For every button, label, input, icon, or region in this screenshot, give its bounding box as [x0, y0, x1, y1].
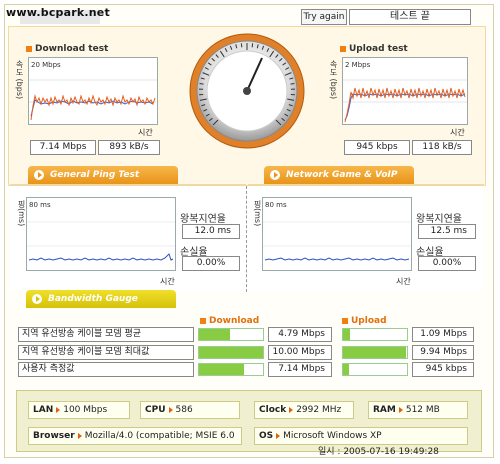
- ping-delay-label: 왕복지연율: [180, 214, 226, 225]
- arrow-right-icon: [289, 406, 294, 413]
- download-title: Download test: [26, 44, 108, 54]
- upload-bar: [342, 363, 408, 376]
- game-delay-label: 왕복지연율: [416, 214, 462, 225]
- game-loss-value: 0.00%: [418, 256, 476, 271]
- upload-series-1: [344, 87, 466, 123]
- game-ping-x-label: 시간: [396, 277, 411, 286]
- upload-bar: [342, 346, 408, 359]
- general-ping-series: [28, 253, 174, 261]
- game-ping-graph: 80 ms: [262, 197, 412, 271]
- upload-bar: [342, 328, 408, 341]
- download-bar: [198, 328, 264, 341]
- game-ping-series: [264, 257, 410, 261]
- test-timestamp: 일시 : 2005-07-16 19:49:28: [318, 447, 439, 457]
- arrow-circle-icon: [34, 170, 44, 180]
- download-x-label: 시간: [138, 128, 153, 137]
- panel-divider: [246, 186, 247, 292]
- game-ping-scale: 80 ms: [265, 201, 287, 209]
- try-again-button[interactable]: Try again: [301, 9, 347, 25]
- download-graph-svg: 20 Mbps: [29, 61, 157, 121]
- upload-x-label: 시간: [450, 128, 465, 137]
- bullet-icon: [340, 45, 346, 52]
- arrow-right-icon: [168, 406, 173, 413]
- watermark: www.bcpark.net: [6, 6, 110, 19]
- bandwidth-download-header: Download: [200, 316, 259, 326]
- ping-x-label: 시간: [160, 277, 175, 286]
- upload-value: 945 kbps: [412, 362, 474, 377]
- test-status: 테스트 끝: [349, 9, 471, 25]
- bandwidth-row-label: 지역 유선방송 케이블 모뎀 최대값: [18, 345, 194, 360]
- upload-value: 9.94 Mbps: [412, 345, 474, 360]
- general-ping-svg: 80 ms: [27, 201, 175, 261]
- upload-graph-svg: 2 Mbps: [343, 61, 467, 123]
- upload-y-label: 속도 (bps): [329, 60, 338, 100]
- download-series-1: [30, 94, 156, 121]
- game-delay-value: 12.5 ms: [418, 224, 476, 239]
- bullet-icon: [200, 317, 206, 324]
- sys-browser: Browser Mozilla/4.0 (compatible; MSIE 6.0: [28, 427, 242, 445]
- sys-cpu: CPU 586: [140, 401, 240, 419]
- upload-bar-fill: [343, 347, 407, 358]
- upload-graph: 2 Mbps: [342, 57, 468, 125]
- bandwidth-row-label: 사용자 측정값: [18, 362, 194, 377]
- upload-value: 1.09 Mbps: [412, 327, 474, 342]
- download-bar-fill: [199, 364, 245, 375]
- download-kbs: 893 kB/s: [98, 140, 160, 155]
- download-value: 7.14 Mbps: [268, 362, 332, 377]
- ping-delay-value: 12.0 ms: [182, 224, 240, 239]
- download-bar: [198, 363, 264, 376]
- upload-scale: 2 Mbps: [345, 61, 371, 69]
- upload-mbps: 945 kbps: [344, 140, 410, 155]
- arrow-right-icon: [276, 432, 281, 439]
- gauge-tick: [290, 82, 295, 85]
- upload-bar-fill: [343, 329, 351, 340]
- download-bar-fill: [199, 329, 230, 340]
- bandwidth-upload-header: Upload: [342, 316, 387, 326]
- gauge-tick: [199, 82, 204, 85]
- download-graph: 20 Mbps: [28, 57, 158, 125]
- download-scale: 20 Mbps: [31, 61, 61, 69]
- bandwidth-row-label: 지역 유선방송 케이블 모뎀 평균: [18, 327, 194, 342]
- arrow-right-icon: [56, 406, 61, 413]
- bullet-icon: [26, 45, 32, 52]
- sys-os: OS Microsoft Windows XP: [254, 427, 468, 445]
- upload-kbs: 118 kB/s: [412, 140, 472, 155]
- bullet-icon: [342, 317, 348, 324]
- arrow-right-icon: [77, 432, 82, 439]
- tab-general-ping[interactable]: General Ping Test: [28, 166, 178, 184]
- tab-bandwidth-gauge[interactable]: Bandwidth Gauge: [26, 290, 176, 308]
- download-y-label: 속도 (bps): [15, 60, 24, 100]
- arrow-circle-icon: [270, 170, 280, 180]
- sys-ram: RAM 512 MB: [368, 401, 468, 419]
- sys-lan: LAN 100 Mbps: [28, 401, 130, 419]
- speedometer-svg: [189, 33, 305, 149]
- upload-series-2: [344, 93, 466, 121]
- upload-bar-fill: [343, 364, 349, 375]
- general-ping-graph: 80 ms: [26, 197, 176, 271]
- download-mbps: 7.14 Mbps: [30, 140, 96, 155]
- download-value: 10.00 Mbps: [268, 345, 332, 360]
- arrow-circle-icon: [32, 294, 42, 304]
- arrow-right-icon: [398, 406, 403, 413]
- sys-clock: Clock 2992 MHz: [254, 401, 354, 419]
- ping-scale: 80 ms: [29, 201, 51, 209]
- download-bar: [198, 346, 264, 359]
- tab-network-game-voip[interactable]: Network Game & VoIP Test: [264, 166, 414, 198]
- game-ping-svg: 80 ms: [263, 201, 411, 261]
- upload-title: Upload test: [340, 44, 408, 54]
- download-bar-fill: [199, 347, 263, 358]
- speedometer-gauge: [188, 32, 306, 150]
- download-value: 4.79 Mbps: [268, 327, 332, 342]
- ping-loss-value: 0.00%: [182, 256, 240, 271]
